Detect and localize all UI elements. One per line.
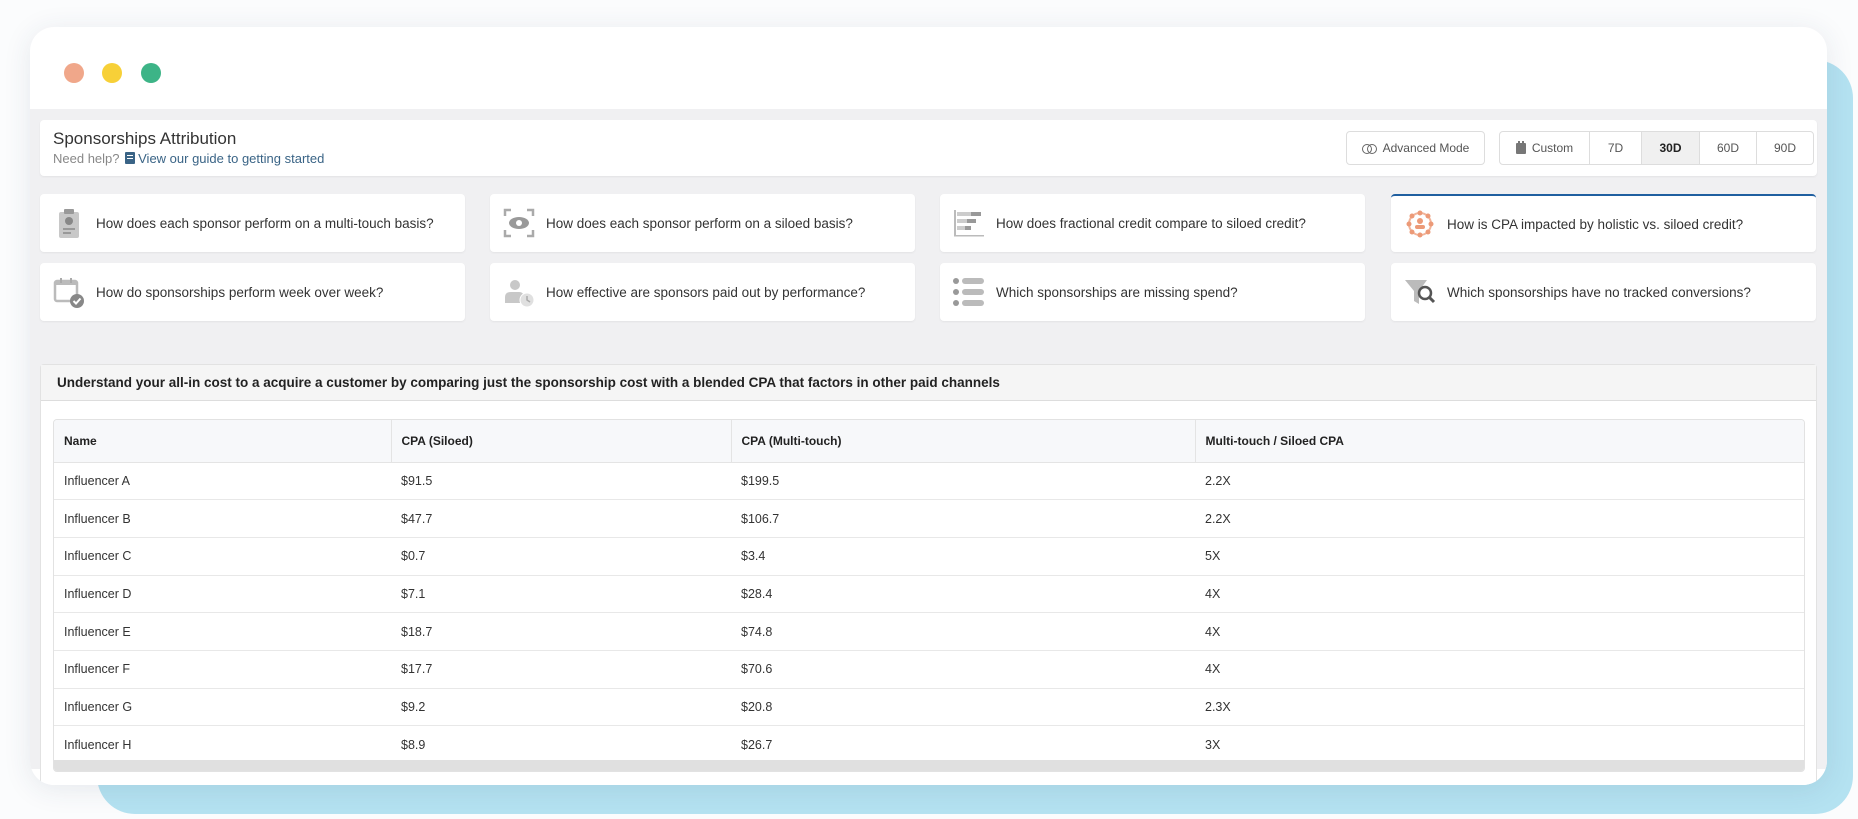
column-header-name[interactable]: Name: [54, 420, 392, 463]
table-row[interactable]: Influencer A $91.5 $199.5 2.2X: [54, 462, 1804, 501]
advanced-mode-label: Advanced Mode: [1382, 141, 1470, 155]
column-header-cpa-siloed[interactable]: CPA (Siloed): [391, 420, 732, 463]
table-header-row: Name CPA (Siloed) CPA (Multi-touch) Mult…: [54, 420, 1804, 463]
cell-cpa-siloed: $8.9: [401, 737, 426, 752]
panel-description: Understand your all-in cost to a acquire…: [41, 365, 1816, 401]
cell-name: Influencer G: [54, 688, 391, 727]
funnel-search-icon: [1405, 280, 1436, 304]
question-label: How does fractional credit compare to si…: [996, 215, 1306, 231]
cell-cpa-multi-touch: $20.8: [731, 688, 1195, 727]
question-label: How effective are sponsors paid out by p…: [546, 284, 866, 300]
cell-cpa-multi-touch: $3.4: [731, 537, 1195, 576]
calendar-check-icon: [53, 278, 84, 308]
cell-cpa-siloed: $17.7: [391, 650, 731, 689]
question-card-week-over-week[interactable]: How do sponsorships perform week over we…: [40, 263, 465, 321]
date-range-90d[interactable]: 90D: [1757, 132, 1813, 164]
column-header-cpa-multi-touch[interactable]: CPA (Multi-touch): [731, 420, 1196, 463]
list-icon: [953, 278, 984, 306]
help-text: Need help? View our guide to getting sta…: [53, 151, 324, 166]
cell-ratio: 4X: [1195, 612, 1804, 651]
table-row[interactable]: Influencer H $8.9 $26.7 3X: [54, 726, 1804, 764]
calendar-icon: [1515, 140, 1526, 154]
cell-cpa-multi-touch: $74.8: [731, 612, 1195, 651]
cell-name: Influencer F: [54, 650, 391, 689]
question-label: How does each sponsor perform on a multi…: [96, 215, 434, 231]
cell-ratio: 4X: [1195, 650, 1804, 689]
cell-cpa-siloed: $47.7: [391, 499, 731, 538]
page-title: Sponsorships Attribution: [53, 129, 237, 148]
question-card-fractional[interactable]: How does fractional credit compare to si…: [940, 194, 1365, 252]
question-card-missing-spend[interactable]: Which sponsorships are missing spend?: [940, 263, 1365, 321]
guide-link[interactable]: View our guide to getting started: [138, 151, 324, 166]
cell-cpa-multi-touch: $106.7: [731, 499, 1195, 538]
clipboard-chart-icon: [59, 209, 79, 238]
table-row[interactable]: Influencer G $9.2 $20.8 2.3X: [54, 688, 1804, 727]
question-label: Which sponsorships have no tracked conve…: [1447, 284, 1751, 300]
question-card-no-conversions[interactable]: Which sponsorships have no tracked conve…: [1391, 263, 1816, 321]
cell-cpa-siloed: $7.1: [391, 575, 731, 614]
book-icon: [125, 152, 136, 164]
cell-ratio: 2.3X: [1195, 688, 1804, 727]
horizontal-scrollbar[interactable]: [54, 760, 1804, 771]
date-range-label: Custom: [1531, 141, 1574, 155]
toggle-icon: [1361, 144, 1377, 154]
cell-cpa-siloed: $91.5: [391, 462, 731, 501]
help-prefix: Need help?: [53, 151, 120, 166]
cell-ratio: 5X: [1195, 537, 1804, 576]
cell-cpa-multi-touch: $70.6: [731, 650, 1195, 689]
question-card-cpa-impact[interactable]: How is CPA impacted by holistic vs. silo…: [1391, 194, 1816, 252]
date-range-selector: Custom 7D 30D 60D 90D: [1499, 131, 1814, 165]
table-row[interactable]: Influencer E $18.7 $74.8 4X: [54, 612, 1804, 651]
question-label: How do sponsorships perform week over we…: [96, 284, 384, 300]
cell-ratio: 2.2X: [1195, 462, 1804, 501]
bar-chart-icon: [954, 210, 984, 237]
cell-cpa-siloed: $9.2: [391, 688, 731, 727]
cell-name: Influencer D: [54, 575, 391, 614]
cell-cpa-siloed: $0.7: [391, 537, 731, 576]
table-row[interactable]: Influencer D $7.1 $28.4 4X: [54, 575, 1804, 614]
cell-ratio: 2.2X: [1195, 499, 1804, 538]
user-clock-icon: [505, 280, 535, 308]
app-window: Sponsorships Attribution Need help? View…: [30, 27, 1827, 785]
table-row[interactable]: Influencer B $47.7 $106.7 2.2X: [54, 499, 1804, 538]
table-row[interactable]: Influencer F $17.7 $70.6 4X: [54, 650, 1804, 689]
cell-name: Influencer B: [54, 499, 391, 538]
cell-cpa-multi-touch: $26.7: [741, 737, 773, 752]
question-card-paid-performance[interactable]: How effective are sponsors paid out by p…: [490, 263, 915, 321]
question-label: How does each sponsor perform on a siloe…: [546, 215, 853, 231]
date-range-60d[interactable]: 60D: [1700, 132, 1757, 164]
page-header: Sponsorships Attribution Need help? View…: [40, 120, 1817, 176]
cpa-table: Name CPA (Siloed) CPA (Multi-touch) Mult…: [53, 419, 1805, 772]
question-card-siloed[interactable]: How does each sponsor perform on a siloe…: [490, 194, 915, 252]
date-range-custom[interactable]: Custom: [1500, 132, 1590, 164]
close-window-button[interactable]: [64, 63, 84, 83]
question-label: How is CPA impacted by holistic vs. silo…: [1447, 216, 1744, 232]
cell-ratio: 3X: [1205, 737, 1221, 752]
date-range-30d[interactable]: 30D: [1642, 132, 1700, 164]
question-label: Which sponsorships are missing spend?: [996, 284, 1238, 300]
minimize-window-button[interactable]: [102, 63, 122, 83]
table-row[interactable]: Influencer C $0.7 $3.4 5X: [54, 537, 1804, 576]
cell-cpa-multi-touch: $28.4: [731, 575, 1195, 614]
cell-cpa-multi-touch: $199.5: [731, 462, 1195, 501]
question-card-multi-touch[interactable]: How does each sponsor perform on a multi…: [40, 194, 465, 252]
cpa-comparison-panel: Understand your all-in cost to a acquire…: [40, 364, 1817, 785]
advanced-mode-button[interactable]: Advanced Mode: [1346, 131, 1485, 165]
cell-name: Influencer C: [54, 537, 391, 576]
eye-scan-icon: [503, 208, 535, 238]
maximize-window-button[interactable]: [141, 63, 161, 83]
column-header-ratio[interactable]: Multi-touch / Siloed CPA: [1195, 420, 1804, 463]
cell-name: Influencer A: [54, 462, 391, 501]
network-user-icon: [1406, 210, 1434, 238]
date-range-7d[interactable]: 7D: [1590, 132, 1642, 164]
cell-name: Influencer H: [64, 737, 132, 752]
cell-cpa-siloed: $18.7: [391, 612, 731, 651]
main-content: Sponsorships Attribution Need help? View…: [30, 109, 1827, 785]
cell-ratio: 4X: [1195, 575, 1804, 614]
cell-name: Influencer E: [54, 612, 391, 651]
